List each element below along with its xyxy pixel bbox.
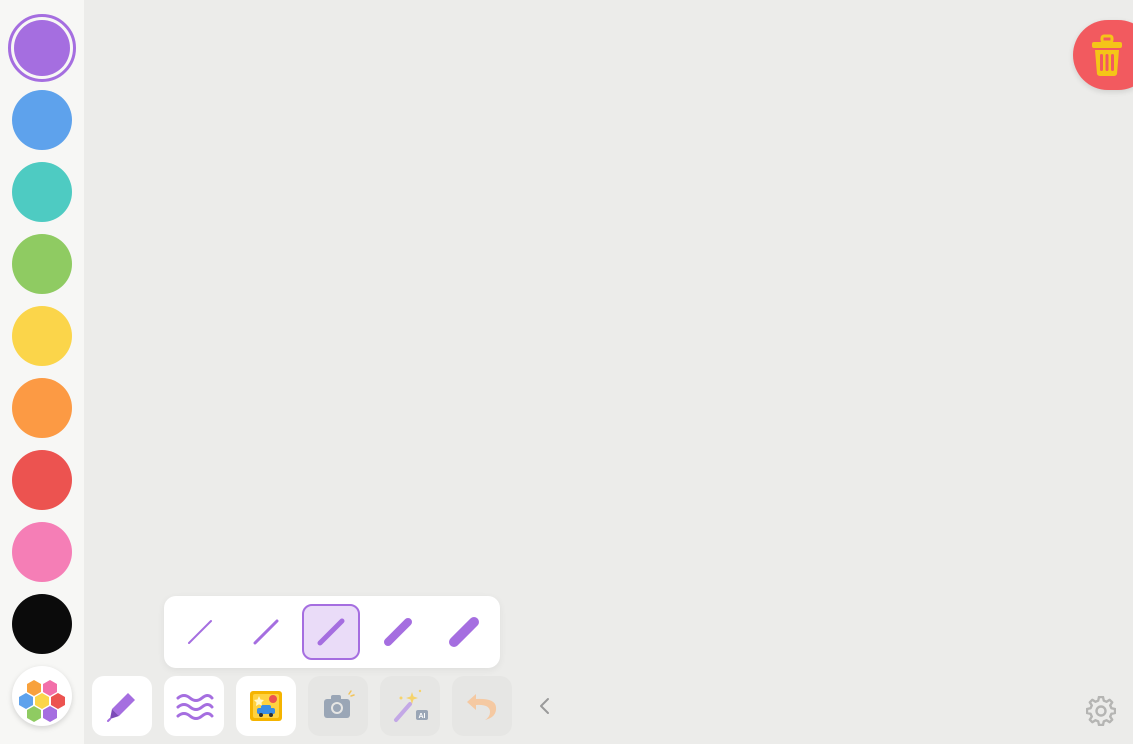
stroke-thinnest-icon	[188, 620, 212, 644]
undo-button[interactable]	[452, 676, 512, 736]
color-swatch-purple[interactable]	[8, 14, 76, 82]
gear-icon	[1086, 696, 1116, 726]
color-swatch-yellow[interactable]	[12, 306, 72, 366]
camera-icon	[324, 690, 355, 718]
color-swatch-red[interactable]	[12, 450, 72, 510]
brush-size-thickest[interactable]	[435, 604, 493, 660]
color-swatch-blue[interactable]	[12, 90, 72, 150]
chevron-left-icon	[540, 698, 549, 714]
sticker-picture-icon	[250, 691, 282, 721]
stroke-thick-icon	[384, 618, 412, 646]
color-swatch-green[interactable]	[12, 234, 72, 294]
pen-tool-button[interactable]	[92, 676, 152, 736]
settings-button[interactable]	[1084, 694, 1118, 728]
pattern-brush-button[interactable]	[164, 676, 224, 736]
undo-icon	[467, 694, 497, 720]
brush-size-thin[interactable]	[237, 604, 295, 660]
ai-magic-button[interactable]: AI	[380, 676, 440, 736]
stroke-medium-icon	[317, 618, 345, 646]
color-palette	[0, 0, 84, 744]
pen-icon	[107, 693, 135, 722]
stroke-thickest-icon	[449, 617, 479, 647]
trash-icon	[1092, 34, 1122, 76]
brush-size-picker	[164, 596, 500, 668]
wavy-lines-icon	[176, 694, 214, 720]
stroke-thin-icon	[253, 619, 279, 645]
custom-color-button[interactable]	[12, 666, 72, 726]
hexagon-palette-icon	[19, 680, 65, 722]
brush-size-thinnest[interactable]	[171, 604, 229, 660]
brush-size-thick[interactable]	[369, 604, 427, 660]
color-swatch-black[interactable]	[12, 594, 72, 654]
brush-size-medium[interactable]	[302, 604, 360, 660]
collapse-toolbar-button[interactable]	[532, 692, 558, 720]
color-swatch-orange[interactable]	[12, 378, 72, 438]
svg-text:AI: AI	[419, 713, 426, 720]
magic-wand-ai-icon: AI	[394, 689, 428, 722]
sticker-button[interactable]	[236, 676, 296, 736]
color-swatch-teal[interactable]	[12, 162, 72, 222]
color-swatch-pink[interactable]	[12, 522, 72, 582]
camera-button[interactable]	[308, 676, 368, 736]
